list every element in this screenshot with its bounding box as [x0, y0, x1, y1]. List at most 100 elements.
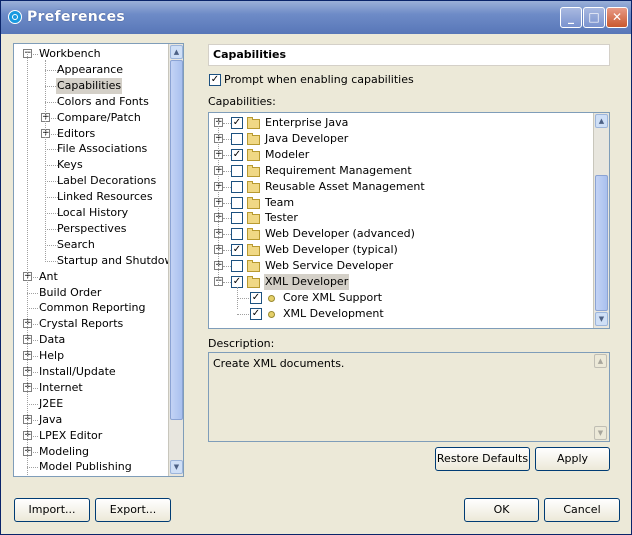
capabilities-scrollbar[interactable]: ▲ ▼ — [593, 113, 609, 328]
maximize-button[interactable]: □ — [583, 7, 605, 28]
tree-item[interactable]: − Workbench — [14, 46, 168, 62]
tree-connector — [223, 154, 231, 156]
tree-connector — [223, 186, 231, 188]
prompt-checkbox[interactable]: ✓ — [209, 74, 221, 86]
tree-scrollbar[interactable]: ▲ ▼ — [168, 44, 183, 476]
tree-scroll-thumb[interactable] — [170, 60, 183, 420]
tree-item[interactable]: Capabilities — [14, 77, 168, 94]
tree-connector — [223, 266, 231, 268]
capability-label: XML Developer — [264, 274, 350, 290]
capability-checkbox[interactable]: ✓ — [231, 148, 243, 161]
capability-item[interactable]: + Web Developer (advanced) — [209, 226, 593, 242]
capability-checkbox[interactable] — [231, 164, 243, 177]
capability-item[interactable]: + Reusable Asset Management — [209, 179, 593, 195]
scroll-up-arrow-icon[interactable]: ▲ — [170, 45, 183, 59]
close-button[interactable]: ✕ — [606, 7, 628, 28]
capability-item[interactable]: + ✓ Web Developer (typical) — [209, 242, 593, 258]
scroll-down-arrow-icon[interactable]: ▼ — [595, 312, 608, 326]
tree-item[interactable]: Perspectives — [14, 221, 168, 237]
capability-checkbox[interactable] — [231, 228, 243, 241]
capability-checkbox[interactable] — [231, 132, 243, 145]
capability-checkbox[interactable] — [231, 212, 243, 225]
capabilities-scroll-thumb[interactable] — [595, 175, 608, 311]
ok-button[interactable]: OK — [464, 498, 539, 522]
folder-icon — [247, 148, 260, 161]
tree-item[interactable]: Colors and Fonts — [14, 94, 168, 110]
tree-item[interactable]: Appearance — [14, 62, 168, 78]
tree-item[interactable]: Linked Resources — [14, 189, 168, 205]
capability-checkbox[interactable]: ✓ — [231, 244, 243, 257]
tree-item[interactable]: + Crystal Reports — [14, 316, 168, 332]
tree-item-label: LPEX Editor — [39, 428, 103, 442]
tree-item[interactable]: + LPEX Editor — [14, 428, 168, 444]
tree-item-label: Data — [39, 333, 66, 347]
tree-item[interactable]: Common Reporting — [14, 300, 168, 316]
tree-item[interactable]: Local History — [14, 205, 168, 221]
capability-item[interactable]: + ✓ Modeler — [209, 147, 593, 163]
scroll-down-arrow-icon[interactable]: ▼ — [170, 460, 183, 474]
import-button[interactable]: Import... — [14, 498, 90, 522]
capability-item[interactable]: − ✓ XML Developer — [209, 274, 593, 290]
feature-icon — [268, 294, 275, 302]
tree-item[interactable]: + Ant — [14, 269, 168, 285]
scroll-up-arrow-icon[interactable]: ▲ — [595, 114, 608, 128]
capability-item[interactable]: + Team — [209, 195, 593, 211]
tree-item[interactable]: File Associations — [14, 141, 168, 157]
capability-checkbox[interactable] — [231, 196, 243, 209]
tree-connector — [27, 467, 38, 469]
folder-icon — [247, 132, 260, 145]
feature-icon — [268, 310, 275, 318]
minimize-button[interactable]: _ — [560, 7, 582, 28]
tree-item[interactable]: J2EE — [14, 396, 168, 412]
folder-icon — [247, 244, 260, 257]
capability-label: Web Developer (typical) — [265, 243, 398, 257]
tree-item[interactable]: Startup and Shutdown — [14, 253, 180, 269]
capability-subitem[interactable]: ✓ Core XML Support — [209, 290, 593, 306]
capabilities-label: Capabilities: — [208, 95, 276, 108]
page-title: Capabilities — [208, 44, 610, 66]
tree-item-label: Startup and Shutdown — [57, 253, 181, 267]
capability-item[interactable]: + Web Service Developer — [209, 258, 593, 274]
capability-subitem[interactable]: ✓ XML Development — [209, 306, 593, 322]
tree-connector — [223, 218, 231, 220]
tree-item[interactable]: Model Publishing — [14, 459, 168, 475]
tree-item[interactable]: + Compare/Patch — [14, 110, 168, 126]
tree-item[interactable]: Label Decorations — [14, 173, 168, 189]
tree-item-label: Capabilities — [56, 77, 123, 94]
tree-item[interactable]: Keys — [14, 157, 168, 173]
tree-item[interactable]: + Internet — [14, 380, 168, 396]
tree-item[interactable]: + Help — [14, 348, 168, 364]
restore-defaults-button[interactable]: Restore Defaults — [435, 447, 530, 471]
capability-item[interactable]: + ✓ Enterprise Java — [209, 115, 593, 131]
description-text: Create XML documents. — [213, 357, 345, 370]
capability-checkbox[interactable]: ✓ — [250, 307, 262, 320]
scroll-up-arrow-icon: ▲ — [594, 354, 607, 368]
description-box: Create XML documents. ▲ ▼ — [208, 352, 610, 442]
tree-item[interactable]: + Editors — [14, 126, 168, 142]
tree-item[interactable]: + Modeling — [14, 444, 168, 460]
cancel-button[interactable]: Cancel — [544, 498, 620, 522]
capability-checkbox[interactable]: ✓ — [250, 291, 262, 304]
scroll-down-arrow-icon: ▼ — [594, 426, 607, 440]
export-button[interactable]: Export... — [95, 498, 171, 522]
tree-item-label: J2EE — [39, 396, 64, 410]
tree-item[interactable]: Search — [14, 237, 168, 253]
capability-label: Web Developer (advanced) — [265, 227, 415, 241]
capability-item[interactable]: + Java Developer — [209, 131, 593, 147]
capability-label: Web Service Developer — [265, 259, 394, 273]
check-mark-icon: ✓ — [210, 74, 220, 85]
apply-button[interactable]: Apply — [535, 447, 610, 471]
capability-checkbox[interactable] — [231, 260, 243, 273]
capability-item[interactable]: + Requirement Management — [209, 163, 593, 179]
capability-item[interactable]: + Tester — [209, 210, 593, 226]
capability-checkbox[interactable]: ✓ — [231, 117, 243, 129]
tree-item[interactable]: Build Order — [14, 285, 168, 301]
title-bar[interactable]: Preferences _ □ ✕ — [1, 1, 631, 34]
capability-checkbox[interactable] — [231, 180, 243, 193]
tree-item[interactable]: + Data — [14, 332, 168, 348]
folder-icon — [247, 228, 260, 241]
tree-item[interactable]: + Install/Update — [14, 364, 168, 380]
tree-connector — [27, 308, 38, 310]
tree-item[interactable]: + Java — [14, 412, 168, 428]
capability-label: Modeler — [265, 147, 310, 161]
